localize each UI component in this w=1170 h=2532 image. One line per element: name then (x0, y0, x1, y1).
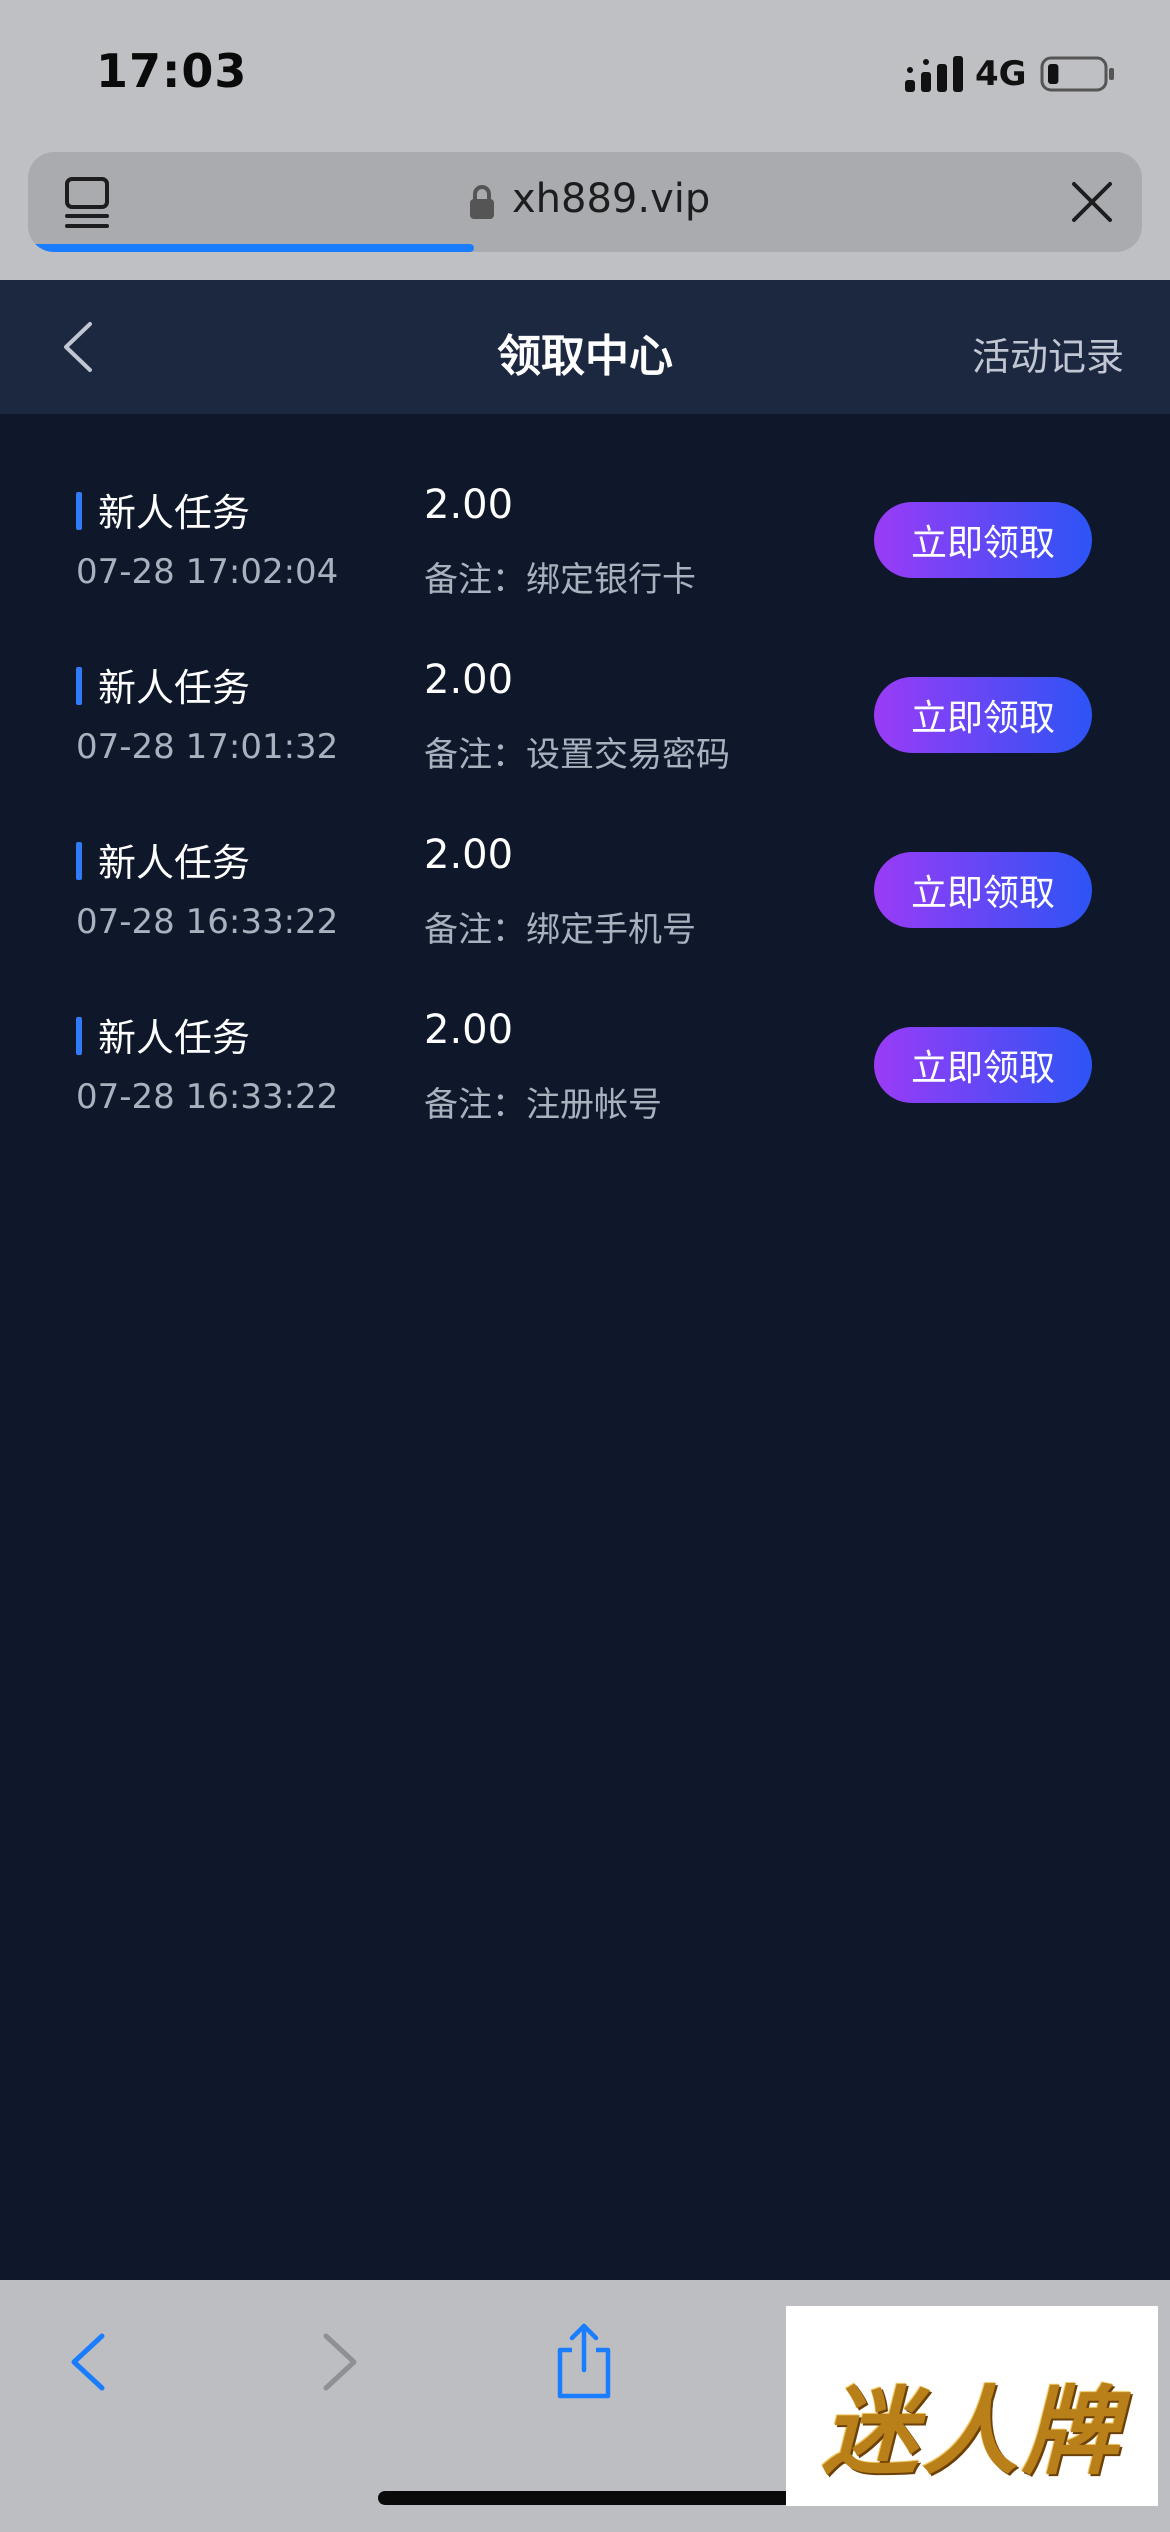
task-amount: 2.00 (424, 832, 514, 878)
back-icon[interactable] (66, 2330, 110, 2394)
task-type: 新人任务 (98, 1016, 251, 1060)
lock-icon (470, 185, 494, 219)
claim-button[interactable]: 立即领取 (874, 1027, 1092, 1103)
task-note: 备注：绑定银行卡 (424, 560, 696, 600)
task-amount: 2.00 (424, 657, 514, 703)
share-icon[interactable] (552, 2322, 616, 2400)
task-time: 07-28 17:02:04 (76, 552, 339, 592)
battery-icon (1040, 56, 1114, 92)
signal-icon (905, 56, 963, 92)
task-note: 备注：设置交易密码 (424, 735, 730, 775)
task-amount: 2.00 (424, 1007, 514, 1053)
task-note: 备注：注册帐号 (424, 1085, 662, 1125)
address-bar[interactable]: xh889.vip (28, 152, 1142, 252)
browser-chrome: 17:03 4G xh889.vip (0, 0, 1170, 280)
task-row: 新人任务 07-28 16:33:22 2.00 备注：绑定手机号 立即领取 (0, 832, 1170, 1007)
app-header: 领取中心 活动记录 (0, 280, 1170, 414)
page-load-progress (28, 244, 474, 252)
row-accent-bar (76, 492, 82, 530)
close-icon[interactable] (1068, 178, 1116, 226)
task-row: 新人任务 07-28 17:02:04 2.00 备注：绑定银行卡 立即领取 (0, 482, 1170, 657)
forward-icon (323, 2333, 357, 2391)
task-type: 新人任务 (98, 491, 251, 535)
tabs-icon[interactable] (62, 176, 114, 230)
task-type: 新人任务 (98, 841, 251, 885)
claim-button[interactable]: 立即领取 (874, 677, 1092, 753)
task-time: 07-28 16:33:22 (76, 1077, 339, 1117)
home-indicator[interactable] (378, 2491, 792, 2505)
task-note: 备注：绑定手机号 (424, 910, 696, 950)
network-label: 4G (975, 54, 1027, 94)
task-type: 新人任务 (98, 666, 251, 710)
task-amount: 2.00 (424, 482, 514, 528)
activity-records-link[interactable]: 活动记录 (972, 326, 1124, 381)
row-accent-bar (76, 667, 82, 705)
task-row: 新人任务 07-28 16:33:22 2.00 备注：注册帐号 立即领取 (0, 1007, 1170, 1182)
task-time: 07-28 17:01:32 (76, 727, 339, 767)
task-list: 新人任务 07-28 17:02:04 2.00 备注：绑定银行卡 立即领取 新… (0, 414, 1170, 1182)
claim-button[interactable]: 立即领取 (874, 502, 1092, 578)
watermark-text: 迷人牌 (822, 2375, 1122, 2488)
claim-button[interactable]: 立即领取 (874, 852, 1092, 928)
row-accent-bar (76, 1017, 82, 1055)
task-row: 新人任务 07-28 17:01:32 2.00 备注：设置交易密码 立即领取 (0, 657, 1170, 832)
url-text[interactable]: xh889.vip (512, 176, 710, 222)
status-time: 17:03 (96, 44, 248, 98)
row-accent-bar (76, 842, 82, 880)
task-time: 07-28 16:33:22 (76, 902, 339, 942)
watermark: 迷人牌 (786, 2306, 1158, 2506)
